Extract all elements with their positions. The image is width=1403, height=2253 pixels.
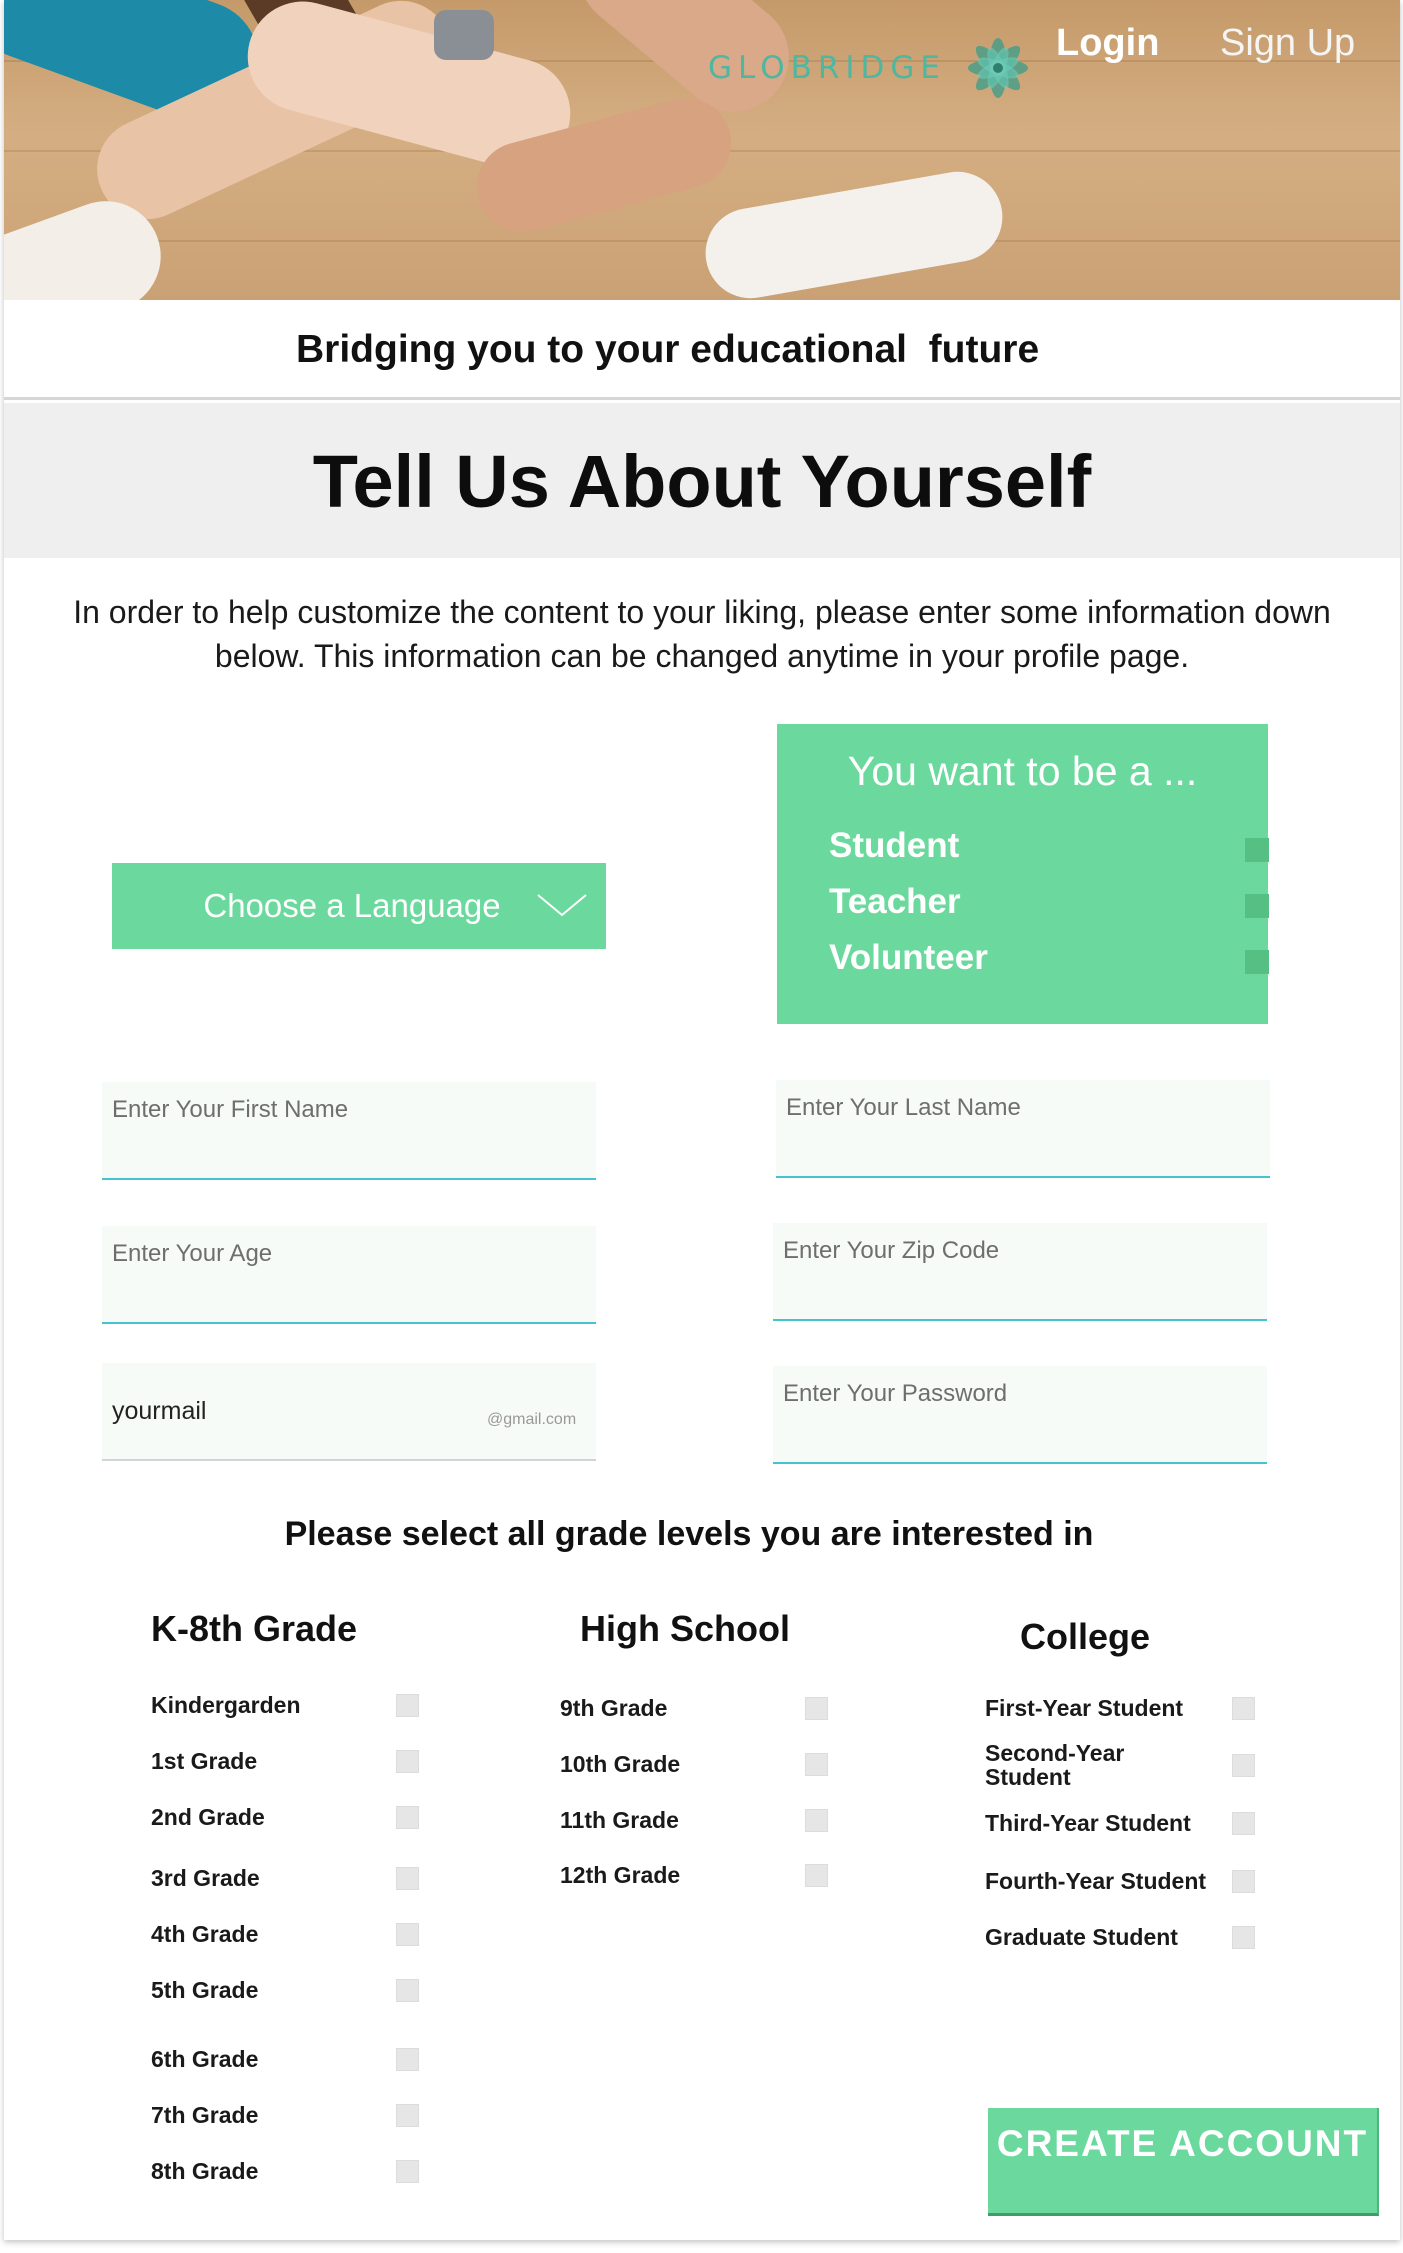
password-field	[773, 1366, 1267, 1464]
last-name-input[interactable]	[776, 1080, 1270, 1176]
college-heading: College	[1020, 1616, 1151, 1657]
first-name-input[interactable]	[102, 1082, 596, 1178]
intro-text: In order to help customize the content t…	[73, 594, 1331, 674]
grade-label: 11th Grade	[560, 1807, 679, 1833]
grade-checkbox[interactable]	[1232, 1754, 1255, 1777]
email-domain: @gmail.com	[487, 1411, 577, 1428]
grade-checkbox[interactable]	[396, 1867, 419, 1890]
grade-label: 2nd Grade	[151, 1804, 265, 1830]
grade-label: Fourth-Year Student	[985, 1868, 1207, 1894]
first-name-field	[102, 1082, 596, 1180]
grade-label: 8th Grade	[151, 2158, 259, 2184]
grade-label: 9th Grade	[560, 1695, 668, 1721]
grade-checkbox[interactable]	[1232, 1697, 1255, 1720]
grade-label: First-Year Student	[985, 1695, 1184, 1721]
role-option-student[interactable]: Student	[829, 826, 1269, 876]
grade-checkbox[interactable]	[396, 1750, 419, 1773]
grade-label: Kindergarden	[151, 1692, 301, 1718]
signup-link[interactable]: Sign Up	[1220, 22, 1355, 65]
grade-checkbox[interactable]	[396, 1806, 419, 1829]
grade-checkbox[interactable]	[396, 1923, 419, 1946]
grade-checkbox[interactable]	[396, 1979, 419, 2002]
login-link[interactable]: Login	[1056, 22, 1159, 65]
language-dropdown[interactable]: Choose a Language	[112, 863, 606, 949]
grade-label: 6th Grade	[151, 2046, 259, 2072]
chevron-down-icon	[537, 894, 587, 917]
grade-label: Graduate Student	[985, 1924, 1178, 1950]
signup-page: GLOBRIDGE Login Sign Up Bridging you to …	[4, 0, 1400, 2240]
grade-checkbox[interactable]	[805, 1809, 828, 1832]
grade-label: Third-Year Student	[985, 1810, 1191, 1836]
grade-checkbox[interactable]	[396, 2160, 419, 2183]
brand-name: GLOBRIDGE	[708, 50, 947, 86]
email-value: yourmail	[112, 1397, 207, 1425]
role-checkbox[interactable]	[1245, 950, 1269, 974]
hero-banner: GLOBRIDGE Login Sign Up	[4, 0, 1400, 300]
age-field	[102, 1226, 596, 1324]
last-name-field	[776, 1080, 1270, 1178]
grade-checkbox[interactable]	[396, 2048, 419, 2071]
role-selector: You want to be a ... Student Teacher Vol…	[777, 724, 1269, 1024]
role-checkbox[interactable]	[1245, 894, 1269, 918]
email-field[interactable]: yourmail @gmail.com	[102, 1363, 596, 1461]
create-account-button[interactable]: CREATE ACCOUNT	[988, 2108, 1379, 2216]
grade-label: 4th Grade	[151, 1921, 259, 1947]
grade-checkbox[interactable]	[805, 1864, 828, 1887]
grade-levels-prompt: Please select all grade levels you are i…	[284, 1515, 1094, 1553]
brand-logo[interactable]: GLOBRIDGE	[708, 28, 1038, 108]
grade-checkbox[interactable]	[805, 1697, 828, 1720]
grade-label: Second-Year Student	[985, 1740, 1125, 1790]
grade-checkbox[interactable]	[396, 1694, 419, 1717]
grade-checkbox[interactable]	[1232, 1870, 1255, 1893]
grade-checkbox[interactable]	[1232, 1926, 1255, 1949]
wood-plank-line	[4, 240, 1400, 242]
language-dropdown-label: Choose a Language	[203, 887, 501, 924]
role-option-teacher[interactable]: Teacher	[829, 882, 1269, 932]
k8-heading: K-8th Grade	[151, 1608, 358, 1649]
grade-label: 7th Grade	[151, 2102, 259, 2128]
watch-icon	[434, 10, 494, 60]
role-option-label: Teacher	[829, 882, 961, 921]
create-account-label: CREATE ACCOUNT	[996, 2123, 1369, 2164]
title-band: Tell Us About Yourself	[4, 403, 1400, 558]
role-option-volunteer[interactable]: Volunteer	[829, 938, 1269, 988]
grade-checkbox[interactable]	[396, 2104, 419, 2127]
page-title: Tell Us About Yourself	[312, 440, 1092, 523]
role-option-label: Volunteer	[829, 938, 988, 977]
high-school-heading: High School	[580, 1608, 790, 1649]
role-checkbox[interactable]	[1245, 838, 1269, 862]
role-title: You want to be a ...	[847, 748, 1198, 794]
tagline-bar: Bridging you to your educational future	[4, 300, 1400, 400]
grade-label: 3rd Grade	[151, 1865, 260, 1891]
grade-label: 12th Grade	[560, 1862, 681, 1888]
tagline: Bridging you to your educational future	[296, 328, 1040, 371]
grade-checkbox[interactable]	[805, 1753, 828, 1776]
hero-sleeve	[698, 164, 1010, 300]
age-input[interactable]	[102, 1226, 596, 1322]
flower-logo-icon	[968, 38, 1029, 98]
grade-label: 5th Grade	[151, 1977, 259, 2003]
grade-label: 1st Grade	[151, 1748, 258, 1774]
grade-checkbox[interactable]	[1232, 1812, 1255, 1835]
zip-code-input[interactable]	[773, 1223, 1267, 1319]
zip-code-field	[773, 1223, 1267, 1321]
password-input[interactable]	[773, 1366, 1267, 1462]
grade-label: 10th Grade	[560, 1751, 681, 1777]
role-option-label: Student	[829, 826, 960, 865]
